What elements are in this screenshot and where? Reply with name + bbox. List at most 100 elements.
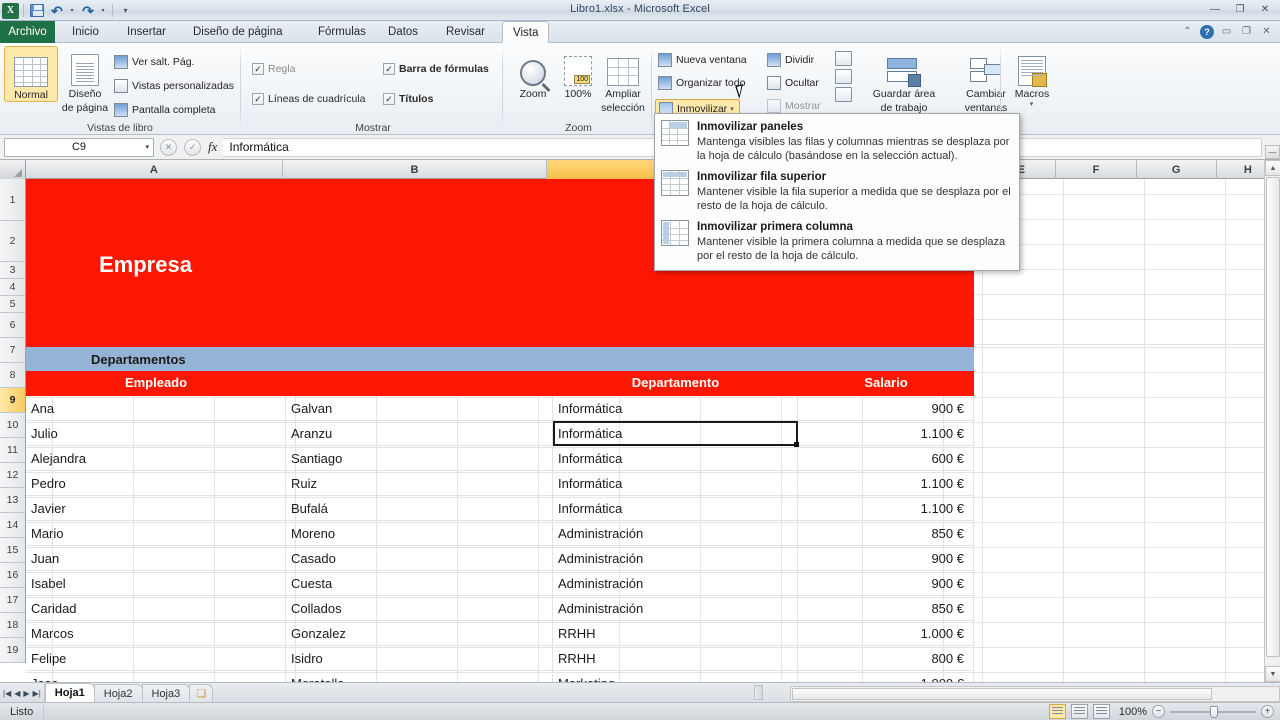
first-sheet-icon[interactable]: |◀ — [3, 689, 11, 698]
zoom-slider[interactable] — [1170, 705, 1256, 719]
minimize-window-icon[interactable]: ▭ — [1219, 24, 1234, 39]
close-icon[interactable]: ✕ — [1254, 1, 1276, 17]
sheet-tab-hoja2[interactable]: Hoja2 — [94, 684, 143, 702]
cell-nombre[interactable]: Marcos — [26, 621, 286, 646]
cell-salario[interactable]: 850 € — [798, 521, 974, 546]
zoom-in-icon[interactable]: + — [1261, 705, 1274, 718]
cell-departamento[interactable]: Informática — [553, 396, 798, 421]
chevron-down-icon[interactable]: ▾ — [730, 105, 734, 113]
ocultar-button[interactable]: Ocultar — [767, 76, 819, 90]
scroll-up-icon[interactable]: ▲ — [1265, 160, 1280, 176]
view-page-layout-button[interactable]: Diseño de página — [58, 46, 112, 114]
table-row[interactable]: Alejandra Santiago Informática 600 € — [26, 446, 1280, 471]
row-header-5[interactable]: 5 — [0, 296, 25, 313]
row-header-8[interactable]: 8 — [0, 363, 25, 388]
name-box[interactable]: C9 ▾ — [4, 138, 154, 157]
cell-apellido[interactable]: Collados — [286, 596, 553, 621]
cell-departamento[interactable]: Informática — [553, 471, 798, 496]
checkbox-lineas-de-cuadricula[interactable]: ✓ Líneas de cuadrícula — [252, 93, 365, 105]
cell-departamento[interactable]: Administración — [553, 521, 798, 546]
row-header-16[interactable]: 16 — [0, 563, 25, 588]
page-break-preview-icon[interactable] — [1093, 704, 1110, 719]
cell-salario[interactable]: 1.000 € — [798, 621, 974, 646]
row-header-4[interactable]: 4 — [0, 279, 25, 296]
row-header-17[interactable]: 17 — [0, 588, 25, 613]
row-header-14[interactable]: 14 — [0, 513, 25, 538]
table-row[interactable]: Isabel Cuesta Administración 900 € — [26, 571, 1280, 596]
chevron-down-icon[interactable]: ▾ — [1004, 100, 1059, 108]
tab-inicio[interactable]: Inicio — [62, 21, 109, 43]
tab-diseno-de-pagina[interactable]: Diseño de página — [183, 21, 293, 43]
menu-item-inmovilizar-primera-columna[interactable]: Inmovilizar primera columna Mantener vis… — [655, 217, 1019, 267]
cell-salario[interactable]: 1.100 € — [798, 421, 974, 446]
row-header-3[interactable]: 3 — [0, 262, 25, 279]
view-normal-button[interactable]: Normal — [4, 46, 58, 102]
column-header-F[interactable]: F — [1056, 160, 1136, 179]
restore-icon[interactable]: ❐ — [1229, 1, 1251, 17]
cancel-icon[interactable]: ✕ — [160, 139, 177, 156]
guardar-area-trabajo-button[interactable]: Guardar área de trabajo — [861, 46, 947, 114]
cell-apellido[interactable]: Gonzalez — [286, 621, 553, 646]
custom-views-button[interactable]: Vistas personalizadas — [114, 79, 234, 93]
cell-departamento[interactable]: RRHH — [553, 621, 798, 646]
row-header-1[interactable]: 1 — [0, 179, 25, 221]
row-header-12[interactable]: 12 — [0, 463, 25, 488]
row-header-15[interactable]: 15 — [0, 538, 25, 563]
view-side-by-side-icon[interactable] — [835, 51, 852, 66]
normal-view-icon[interactable] — [1049, 704, 1066, 719]
fullscreen-button[interactable]: Pantalla completa — [114, 103, 215, 117]
scrollbar-thumb[interactable] — [1266, 177, 1280, 657]
cell-salario[interactable]: 850 € — [798, 596, 974, 621]
menu-item-inmovilizar-fila-superior[interactable]: Inmovilizar fila superior Mantener visib… — [655, 167, 1019, 217]
cell-salario[interactable]: 1.100 € — [798, 471, 974, 496]
tab-formulas[interactable]: Fórmulas — [308, 21, 376, 43]
cell-nombre[interactable]: Caridad — [26, 596, 286, 621]
minimize-icon[interactable]: — — [1204, 1, 1226, 17]
row-header-7[interactable]: 7 — [0, 338, 25, 363]
cell-nombre[interactable]: Alejandra — [26, 446, 286, 471]
cell-salario[interactable]: 900 € — [798, 571, 974, 596]
cell-salario[interactable]: 1.100 € — [798, 496, 974, 521]
cell-departamento[interactable]: Administración — [553, 571, 798, 596]
sheet-tab-hoja1[interactable]: Hoja1 — [45, 683, 95, 702]
cell-nombre[interactable]: Jose — [26, 671, 286, 682]
table-row[interactable]: Juan Casado Administración 900 € — [26, 546, 1280, 571]
row-header-9[interactable]: 9 — [0, 388, 25, 413]
table-row[interactable]: Marcos Gonzalez RRHH 1.000 € — [26, 621, 1280, 646]
cell-salario[interactable]: 1.000 € — [798, 671, 974, 682]
cell-salario[interactable]: 900 € — [798, 546, 974, 571]
cell-apellido[interactable]: Cuesta — [286, 571, 553, 596]
row-header-19[interactable]: 19 — [0, 638, 25, 663]
view-page-break-button[interactable]: Ver salt. Pág. — [114, 55, 194, 69]
cell-apellido[interactable]: Aranzu — [286, 421, 553, 446]
cell-salario[interactable]: 600 € — [798, 446, 974, 471]
dividir-button[interactable]: Dividir — [767, 53, 814, 67]
cell-nombre[interactable]: Mario — [26, 521, 286, 546]
enter-icon[interactable]: ✓ — [184, 139, 201, 156]
tab-revisar[interactable]: Revisar — [436, 21, 495, 43]
prev-sheet-icon[interactable]: ◀ — [14, 689, 20, 698]
cell-apellido[interactable]: Moratalla — [286, 671, 553, 682]
cell-departamento[interactable]: RRHH — [553, 646, 798, 671]
nueva-ventana-button[interactable]: Nueva ventana — [658, 53, 747, 67]
cell-departamento[interactable]: Marketing — [553, 671, 798, 682]
help-icon[interactable]: ? — [1200, 25, 1214, 39]
tab-vista[interactable]: Vista — [502, 21, 549, 43]
cell-apellido[interactable]: Moreno — [286, 521, 553, 546]
scrollbar-split-handle[interactable]: — — [1265, 145, 1280, 159]
cell-nombre[interactable]: Ana — [26, 396, 286, 421]
macros-button[interactable]: Macros ▾ — [1005, 46, 1059, 108]
table-row[interactable]: Mario Moreno Administración 850 € — [26, 521, 1280, 546]
insert-worksheet-icon[interactable]: ❏ — [189, 684, 213, 702]
vertical-scrollbar[interactable]: ▲ ▼ — [1264, 160, 1280, 682]
cell-nombre[interactable]: Juan — [26, 546, 286, 571]
select-all-corner[interactable] — [0, 160, 26, 179]
close-window-icon[interactable]: ✕ — [1259, 24, 1274, 39]
zoom-out-icon[interactable]: − — [1152, 705, 1165, 718]
table-row[interactable]: Ana Galvan Informática 900 € — [26, 396, 1280, 421]
tab-split-handle[interactable] — [754, 685, 763, 700]
tab-archivo[interactable]: Archivo — [0, 21, 55, 43]
cell-departamento[interactable]: Informática — [553, 496, 798, 521]
column-header-A[interactable]: A — [26, 160, 283, 179]
tab-insertar[interactable]: Insertar — [117, 21, 176, 43]
